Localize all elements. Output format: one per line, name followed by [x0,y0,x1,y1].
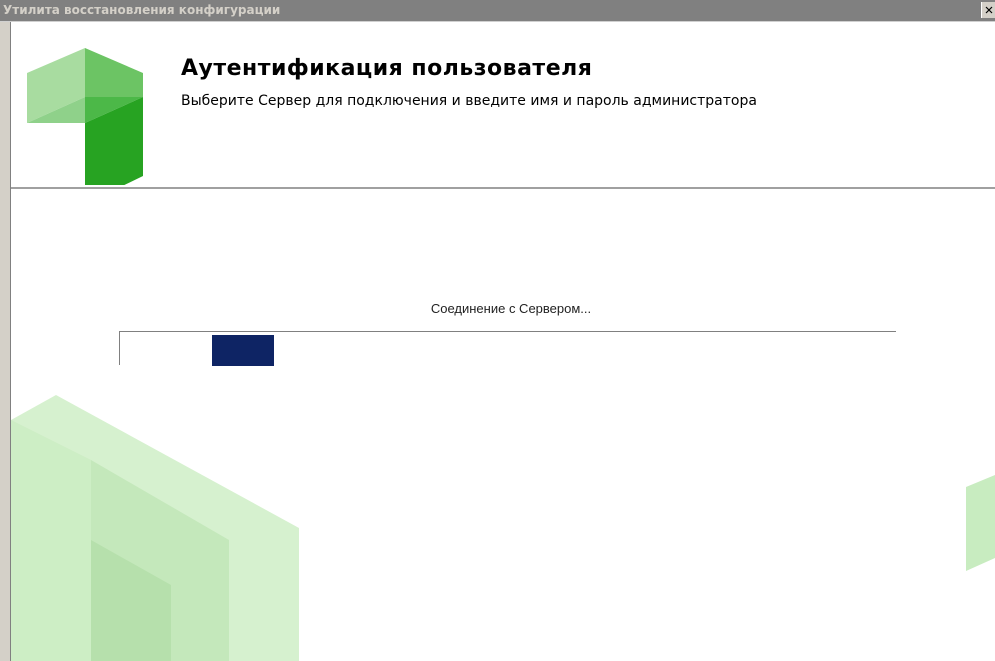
page-title: Аутентификация пользователя [181,56,593,81]
background-hexagon-decoration [11,395,995,661]
wizard-header: Аутентификация пользователя Выберите Сер… [11,22,995,188]
close-button[interactable] [981,2,995,18]
connection-progress-bar [119,331,896,366]
connection-status-text: Соединение с Сервером... [430,301,592,316]
page-subtitle: Выберите Сервер для подключения и введит… [181,93,757,109]
app-logo-icon [27,48,143,185]
progress-marquee-chunk [212,335,274,366]
window-title: Утилита восстановления конфигурации [3,3,281,17]
dialog-window: Утилита восстановления конфигурации Ауте… [0,0,995,661]
title-bar[interactable]: Утилита восстановления конфигурации [0,0,995,22]
wizard-content: Соединение с Сервером... [11,190,995,661]
close-icon [985,6,992,14]
window-left-border [0,22,11,661]
